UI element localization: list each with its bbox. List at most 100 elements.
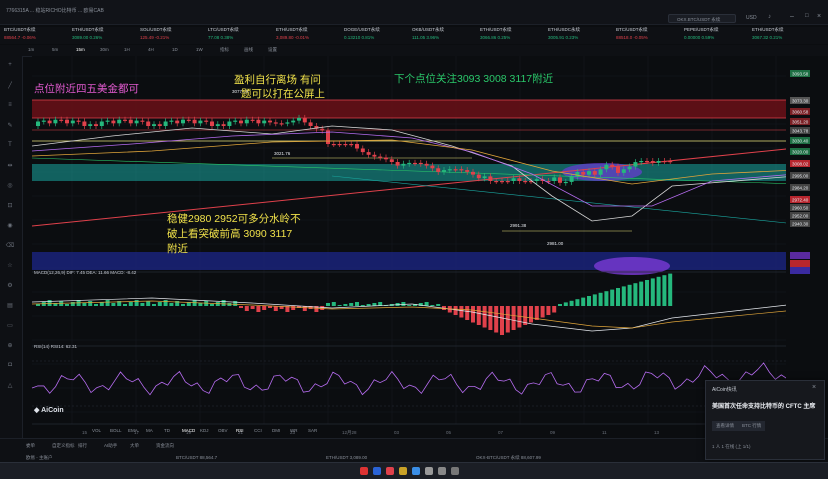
macd-bar [575,299,580,306]
indicator-tab[interactable]: BOLL [110,428,122,433]
macd-bar [656,276,661,306]
candle-body [587,171,591,175]
indicator-tab[interactable]: SAR [308,428,317,433]
indicator-tab[interactable]: MA [146,428,153,433]
candle-body [204,120,209,122]
candle-body [453,169,458,171]
candle-body [569,176,574,182]
indicator-tab[interactable]: MACD [182,428,195,433]
price-axis-tick: 3043.78 [790,127,810,134]
toolbar-item[interactable]: 1H [124,47,130,52]
magnet-icon[interactable]: ◎ [5,182,15,190]
taskbar-app-icon[interactable] [412,467,420,475]
alert-icon[interactable]: △ [5,382,15,390]
currency-select[interactable]: USD [746,15,757,21]
taskbar-app-icon[interactable] [425,467,433,475]
fib-icon[interactable]: ≡ [5,102,15,110]
crosshair-icon[interactable]: + [5,62,15,70]
toolbar-item[interactable]: 5m [52,47,58,52]
gear-icon[interactable]: ⚙ [5,282,15,290]
candle-body [157,124,162,126]
popup-detail-button[interactable]: 查看详情 [712,421,738,431]
candle-body [447,169,452,171]
candle-body [633,162,638,167]
toolbar-item[interactable]: 1W [196,47,203,52]
toolbar-item[interactable]: 画线 [244,47,253,53]
text-icon[interactable]: T [5,142,15,150]
candle-body [343,144,348,146]
maximize-icon[interactable]: □ [805,13,809,19]
toolbar-item[interactable]: 4H [148,47,154,52]
eye-icon[interactable]: ◉ [5,222,15,230]
toolbar-item[interactable]: 30m [100,47,109,52]
taskbar-app-icon[interactable] [373,467,381,475]
price-axis-tick: 2960.50 [790,204,810,211]
trend-line-icon[interactable]: ╱ [5,82,15,90]
close-icon[interactable]: × [817,13,821,20]
macd-bar [529,306,533,323]
news-popup[interactable]: AiCoin快讯 × 美国首次任命支持比特币的 CFTC 主席 查看详情 BTC… [705,380,825,460]
indicator-tab[interactable]: OBV [218,428,228,433]
macd-bar [105,300,110,306]
zoom-icon[interactable]: ⊕ [5,342,15,350]
minimize-icon[interactable]: – [790,13,794,20]
lock-icon[interactable]: ⊡ [5,202,15,210]
toolbar-item[interactable]: 1m [28,47,34,52]
indicator-tab[interactable]: WR [290,428,298,433]
macd-bar [436,304,441,306]
trash-icon[interactable]: ⌫ [5,242,15,250]
candle-body [256,119,261,124]
candle-body [488,176,493,181]
bottom-tab[interactable]: AI助手 [104,443,117,449]
taskbar-app-icon[interactable] [386,467,394,475]
candle-body [123,119,127,121]
search-input[interactable]: OKX.BTC/USDT 永续 [668,14,736,23]
toolbar-item[interactable]: 设置 [268,47,277,53]
popup-btc-button[interactable]: BTC 行情 [738,421,766,431]
camera-icon[interactable]: ◘ [5,362,15,370]
macd-bar [610,289,615,306]
star-icon[interactable]: ☆ [5,262,15,270]
brush-icon[interactable]: ✎ [5,122,15,130]
indicator-tab[interactable]: KDJ [200,428,209,433]
bottom-tab[interactable]: 大单 [130,443,139,449]
candle-body [598,169,603,175]
popup-close-icon[interactable]: × [812,384,816,391]
macd-bar [47,300,52,306]
resistance-zone [32,100,796,118]
taskbar-app-icon[interactable] [451,467,459,475]
bottom-tab[interactable]: 自定义指标 [52,443,75,449]
candle-body [59,119,64,121]
indicator-tab[interactable]: CCI [254,428,262,433]
macd-bar [616,288,620,306]
candle-body [88,124,93,126]
toolbar-item[interactable]: 1D [172,47,178,52]
macd-bar [621,286,626,306]
indicator-tab[interactable]: EMA [128,428,138,433]
macd-bar [482,306,487,328]
candle-body [413,162,417,165]
popup-footer: 1 人 1 在线 (上 1/1) [712,444,751,449]
toolbar-item[interactable]: 15m [76,47,85,52]
taskbar-app-icon[interactable] [360,467,368,475]
layers-icon[interactable]: ▤ [5,302,15,310]
taskbar-app-icon[interactable] [399,467,407,475]
macd-bar [163,300,168,306]
bell-icon[interactable]: ♪ [768,14,771,20]
bottom-tab[interactable]: 委单 [26,443,35,449]
macd-bar [198,303,203,306]
candlestick-chart[interactable]: 3077.993021.762991.382981.0015 17 19 21 23 12… [22,56,806,438]
measure-icon[interactable]: ⇹ [5,162,15,170]
macd-bar [349,303,354,306]
indicator-tab[interactable]: DMI [272,428,280,433]
toolbar-item[interactable]: 指标 [220,47,229,53]
ruler-icon[interactable]: ▭ [5,322,15,330]
taskbar-app-icon[interactable] [438,467,446,475]
indicator-tab[interactable]: VOL [92,428,101,433]
ticker-item[interactable]: ETH/USDT永续 3067.32 0.21% [752,27,828,40]
indicator-tab[interactable]: TD [164,428,170,433]
candle-body [152,124,156,126]
bottom-tab[interactable]: 排行 [78,443,87,449]
indicator-tab[interactable]: RSI [236,428,244,433]
bottom-tab[interactable]: 资金流向 [156,443,174,449]
